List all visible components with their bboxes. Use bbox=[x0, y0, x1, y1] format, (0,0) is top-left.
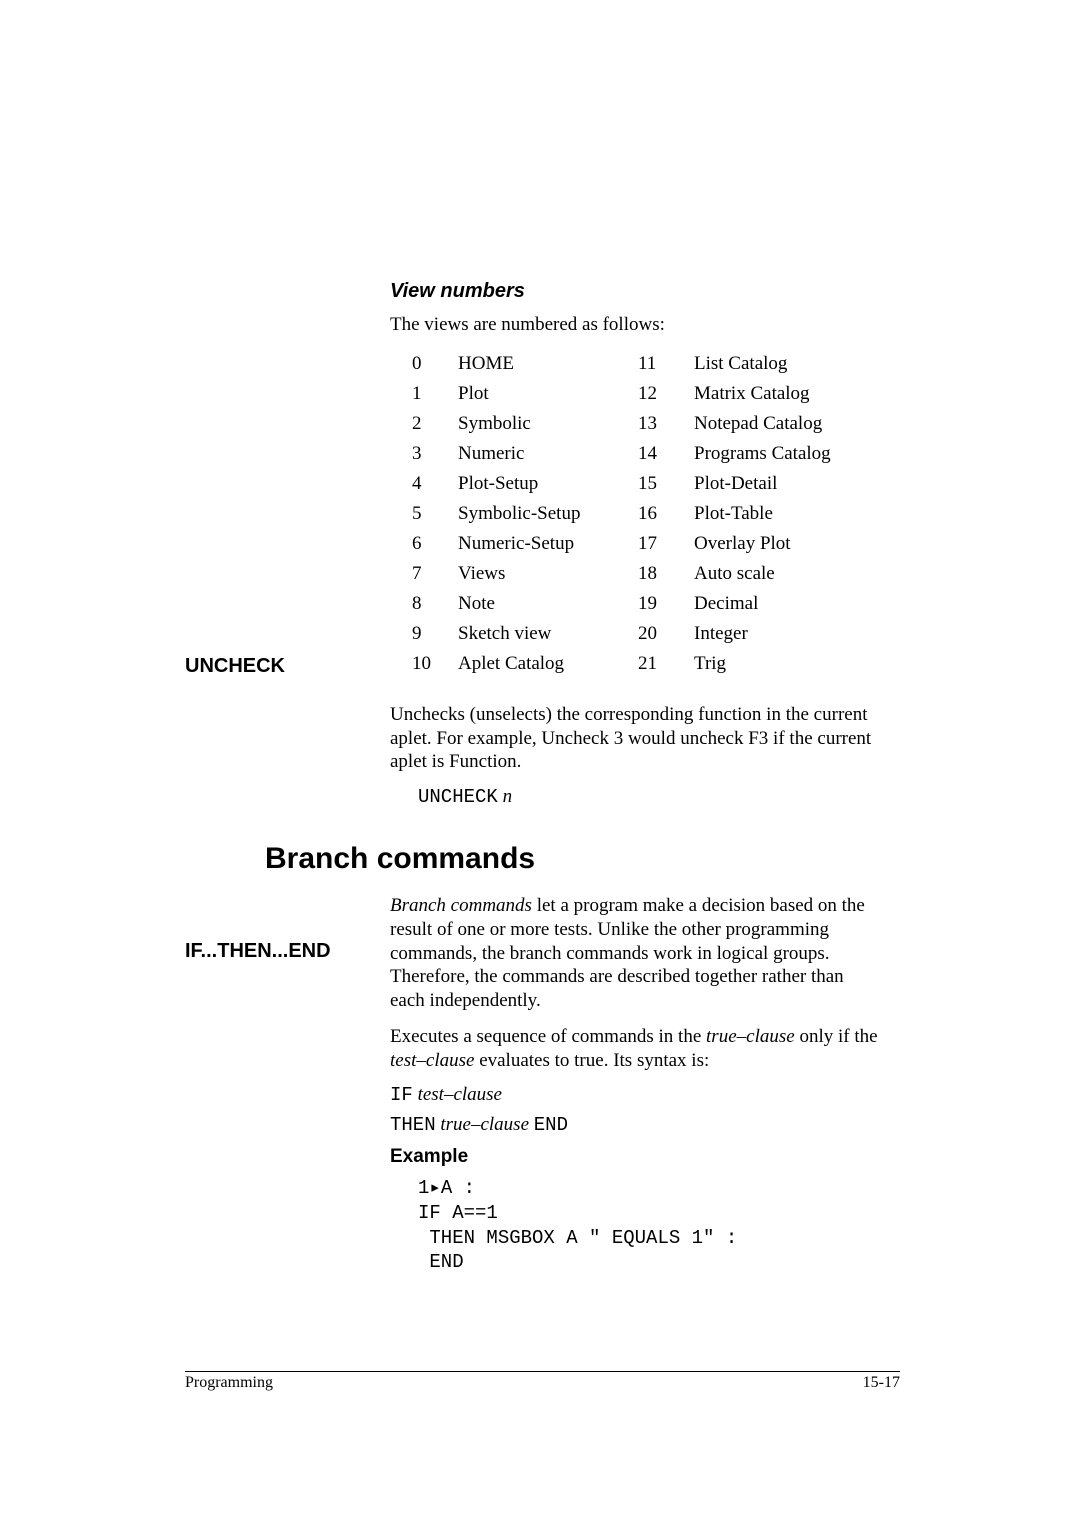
ifthen-text-pre: Executes a sequence of commands in the bbox=[390, 1026, 706, 1047]
table-row: 9Sketch view20Integer bbox=[412, 619, 831, 649]
view-name-left: Symbolic bbox=[458, 409, 638, 439]
view-number-left: 3 bbox=[412, 439, 458, 469]
footer-right: 15-17 bbox=[863, 1374, 900, 1392]
ifthen-text-mid: only if the bbox=[795, 1026, 878, 1047]
view-name-left: Aplet Catalog bbox=[458, 649, 638, 679]
view-name-left: Sketch view bbox=[458, 619, 638, 649]
view-numbers-intro: The views are numbered as follows: bbox=[390, 313, 880, 337]
example-code: 1▸A : IF A==1 THEN MSGBOX A " EQUALS 1" … bbox=[418, 1176, 880, 1275]
view-number-right: 21 bbox=[638, 649, 694, 679]
view-number-right: 16 bbox=[638, 499, 694, 529]
view-name-left: Views bbox=[458, 559, 638, 589]
view-name-right: Decimal bbox=[694, 589, 831, 619]
ifthen-test-clause: test–clause bbox=[390, 1050, 474, 1071]
ifthen-text-post: evaluates to true. Its syntax is: bbox=[474, 1050, 709, 1071]
ifthen-then: THEN bbox=[390, 1114, 436, 1136]
footer-left: Programming bbox=[185, 1374, 273, 1392]
view-number-left: 6 bbox=[412, 529, 458, 559]
ifthen-trueclause: true–clause bbox=[440, 1114, 529, 1135]
table-row: 10Aplet Catalog21Trig bbox=[412, 649, 831, 679]
uncheck-syntax: UNCHECK n bbox=[418, 786, 880, 808]
ifthen-end: END bbox=[534, 1114, 568, 1136]
view-name-left: Numeric bbox=[458, 439, 638, 469]
view-number-right: 20 bbox=[638, 619, 694, 649]
view-name-right: Notepad Catalog bbox=[694, 409, 831, 439]
view-name-right: Matrix Catalog bbox=[694, 379, 831, 409]
ifthen-true-clause: true–clause bbox=[706, 1026, 795, 1047]
view-name-right: Integer bbox=[694, 619, 831, 649]
table-row: 4Plot-Setup15Plot-Detail bbox=[412, 469, 831, 499]
view-name-left: Symbolic-Setup bbox=[458, 499, 638, 529]
branch-intro: Branch commands let a program make a dec… bbox=[390, 894, 880, 1013]
table-row: 6Numeric-Setup17Overlay Plot bbox=[412, 529, 831, 559]
table-row: 5Symbolic-Setup16Plot-Table bbox=[412, 499, 831, 529]
ifthen-syntax-line1: IF test–clause bbox=[390, 1084, 880, 1106]
uncheck-label: UNCHECK bbox=[185, 655, 285, 678]
view-name-left: Plot bbox=[458, 379, 638, 409]
table-row: 1Plot12Matrix Catalog bbox=[412, 379, 831, 409]
view-number-right: 14 bbox=[638, 439, 694, 469]
uncheck-text: Unchecks (unselects) the corresponding f… bbox=[390, 703, 880, 774]
view-number-left: 0 bbox=[412, 349, 458, 379]
table-row: 8Note19Decimal bbox=[412, 589, 831, 619]
view-name-right: Plot-Detail bbox=[694, 469, 831, 499]
view-number-left: 4 bbox=[412, 469, 458, 499]
view-number-left: 1 bbox=[412, 379, 458, 409]
ifthen-testclause: test–clause bbox=[418, 1084, 502, 1105]
view-number-right: 15 bbox=[638, 469, 694, 499]
view-name-right: Trig bbox=[694, 649, 831, 679]
view-number-right: 11 bbox=[638, 349, 694, 379]
view-number-left: 7 bbox=[412, 559, 458, 589]
view-number-right: 18 bbox=[638, 559, 694, 589]
page-footer: Programming 15-17 bbox=[185, 1371, 900, 1392]
ifthen-if: IF bbox=[390, 1084, 413, 1106]
view-number-left: 8 bbox=[412, 589, 458, 619]
view-name-left: Numeric-Setup bbox=[458, 529, 638, 559]
view-numbers-table: 0HOME11List Catalog1Plot12Matrix Catalog… bbox=[412, 349, 831, 679]
uncheck-syntax-arg: n bbox=[503, 786, 513, 807]
view-name-right: Auto scale bbox=[694, 559, 831, 589]
view-number-left: 9 bbox=[412, 619, 458, 649]
uncheck-syntax-cmd: UNCHECK bbox=[418, 786, 498, 808]
table-row: 3Numeric14Programs Catalog bbox=[412, 439, 831, 469]
view-name-right: Plot-Table bbox=[694, 499, 831, 529]
view-number-right: 19 bbox=[638, 589, 694, 619]
table-row: 7Views18Auto scale bbox=[412, 559, 831, 589]
example-heading: Example bbox=[390, 1146, 880, 1168]
view-numbers-heading: View numbers bbox=[390, 280, 880, 303]
view-number-left: 10 bbox=[412, 649, 458, 679]
view-name-left: HOME bbox=[458, 349, 638, 379]
table-row: 0HOME11List Catalog bbox=[412, 349, 831, 379]
table-row: 2Symbolic13Notepad Catalog bbox=[412, 409, 831, 439]
view-number-right: 17 bbox=[638, 529, 694, 559]
view-name-right: Overlay Plot bbox=[694, 529, 831, 559]
view-name-right: List Catalog bbox=[694, 349, 831, 379]
branch-intro-emph: Branch commands bbox=[390, 895, 532, 916]
ifthen-syntax-line2: THEN true–clause END bbox=[390, 1114, 880, 1136]
ifthen-label: IF...THEN...END bbox=[185, 940, 331, 963]
view-name-right: Programs Catalog bbox=[694, 439, 831, 469]
view-name-left: Plot-Setup bbox=[458, 469, 638, 499]
view-number-left: 2 bbox=[412, 409, 458, 439]
view-number-left: 5 bbox=[412, 499, 458, 529]
branch-commands-heading: Branch commands bbox=[265, 842, 900, 876]
ifthen-text: Executes a sequence of commands in the t… bbox=[390, 1025, 880, 1073]
view-name-left: Note bbox=[458, 589, 638, 619]
view-number-right: 12 bbox=[638, 379, 694, 409]
view-number-right: 13 bbox=[638, 409, 694, 439]
